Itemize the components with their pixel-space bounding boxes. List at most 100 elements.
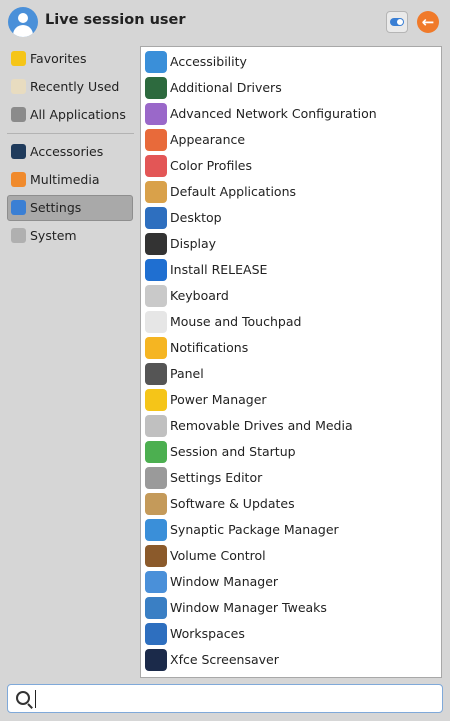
globe-package-icon [145,493,167,515]
sidebar-item-system[interactable]: System [7,223,133,249]
app-item-label: Install RELEASE [170,262,268,277]
sidebar-item-multimedia[interactable]: Multimedia [7,167,133,193]
sidebar-item-all-applications[interactable]: All Applications [7,102,133,128]
app-item-session-and-startup[interactable]: Session and Startup [144,439,439,465]
app-item-label: Mouse and Touchpad [170,314,302,329]
app-item-advanced-network-configuration[interactable]: Advanced Network Configuration [144,101,439,127]
color-circles-icon [145,155,167,177]
app-item-label: Panel [170,366,204,381]
app-item-label: Advanced Network Configuration [170,106,377,121]
palette-icon [145,129,167,151]
app-item-keyboard[interactable]: Keyboard [144,283,439,309]
app-item-label: Default Applications [170,184,297,199]
app-item-label: Software & Updates [170,496,295,511]
search-input[interactable] [34,688,438,711]
speaker-icon [145,545,167,567]
app-item-label: Session and Startup [170,444,296,459]
accessibility-icon [145,51,167,73]
app-item-label: Xfce Screensaver [170,652,279,667]
bell-icon [145,337,167,359]
search-icon [16,691,30,705]
header: Live session user ← [0,0,450,44]
app-item-settings-editor[interactable]: Settings Editor [144,465,439,491]
app-item-label: Removable Drives and Media [170,418,353,433]
app-item-desktop[interactable]: Desktop [144,205,439,231]
app-item-label: Accessibility [170,54,247,69]
text-cursor [35,690,36,708]
sidebar-divider [7,133,134,134]
app-item-install-release[interactable]: Install RELEASE [144,257,439,283]
sidebar-item-label: Accessories [30,144,104,159]
power-on-icon [145,441,167,463]
sidebar-item-label: All Applications [30,107,126,122]
clock-icon [11,79,26,94]
app-item-mouse-and-touchpad[interactable]: Mouse and Touchpad [144,309,439,335]
app-item-xfce-screensaver[interactable]: Xfce Screensaver [144,647,439,673]
panel-icon [145,363,167,385]
app-item-label: Volume Control [170,548,266,563]
power-bolt-icon [145,389,167,411]
user-avatar-icon[interactable] [8,7,38,37]
app-item-workspaces[interactable]: Workspaces [144,621,439,647]
app-item-label: Notifications [170,340,249,355]
settings-toggle-icon [390,18,404,26]
username-label: Live session user [45,12,186,28]
windows-tweak-icon [145,597,167,619]
keyboard-icon [145,285,167,307]
app-item-label: Color Profiles [170,158,252,173]
music-note-icon [11,172,26,187]
sidebar-item-settings[interactable]: Settings [7,195,133,221]
search-box[interactable] [7,684,443,713]
app-item-default-applications[interactable]: Default Applications [144,179,439,205]
gear-icon [11,107,26,122]
driver-chip-icon [145,77,167,99]
app-item-removable-drives-and-media[interactable]: Removable Drives and Media [144,413,439,439]
app-item-color-profiles[interactable]: Color Profiles [144,153,439,179]
app-item-label: Appearance [170,132,246,147]
logout-button[interactable]: ← [417,11,439,33]
app-item-accessibility[interactable]: Accessibility [144,49,439,75]
installer-icon [145,259,167,281]
app-item-additional-drivers[interactable]: Additional Drivers [144,75,439,101]
app-item-notifications[interactable]: Notifications [144,335,439,361]
app-item-window-manager-tweaks[interactable]: Window Manager Tweaks [144,595,439,621]
application-list: Accessibility Additional Drivers Advanced … [140,46,442,678]
sidebar-item-label: System [30,228,77,243]
app-item-window-manager[interactable]: Window Manager [144,569,439,595]
workspaces-grid-icon [145,623,167,645]
sidebar-item-label: Favorites [30,51,87,66]
sidebar-item-label: Recently Used [30,79,120,94]
sidebar-item-favorites[interactable]: Favorites [7,46,133,72]
gear-editor-icon [145,467,167,489]
network-icon [145,103,167,125]
folder-star-icon [145,181,167,203]
toggle-switch-icon [11,200,26,215]
app-item-label: Keyboard [170,288,229,303]
sidebar-item-accessories[interactable]: Accessories [7,139,133,165]
app-item-display[interactable]: Display [144,231,439,257]
app-item-label: Desktop [170,210,222,225]
app-item-appearance[interactable]: Appearance [144,127,439,153]
app-item-software-updates[interactable]: Software & Updates [144,491,439,517]
desktop-monitor-icon [145,207,167,229]
screensaver-moon-icon [145,649,167,671]
app-item-label: Window Manager [170,574,279,589]
app-item-synaptic-package-manager[interactable]: Synaptic Package Manager [144,517,439,543]
cog-icon [11,228,26,243]
app-item-label: Synaptic Package Manager [170,522,339,537]
sidebar-item-label: Multimedia [30,172,100,187]
sidebar-item-recently-used[interactable]: Recently Used [7,74,133,100]
settings-manager-button[interactable] [386,11,408,33]
app-item-panel[interactable]: Panel [144,361,439,387]
display-monitor-icon [145,233,167,255]
usb-drive-icon [145,415,167,437]
app-item-label: Additional Drivers [170,80,282,95]
app-item-label: Settings Editor [170,470,263,485]
app-item-label: Window Manager Tweaks [170,600,327,615]
app-item-power-manager[interactable]: Power Manager [144,387,439,413]
star-icon [11,51,26,66]
app-item-volume-control[interactable]: Volume Control [144,543,439,569]
logout-arrow-icon: ← [421,13,435,31]
app-item-label: Power Manager [170,392,267,407]
waveform-icon [11,144,26,159]
